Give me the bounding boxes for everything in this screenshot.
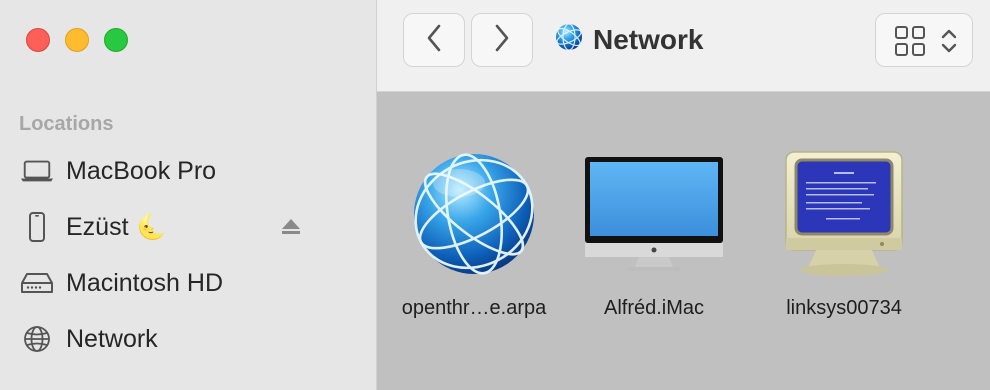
chevron-left-icon bbox=[425, 23, 443, 58]
file-browser-content: openthr…e.arpa Alfréd.iMac linksys00734 bbox=[378, 92, 990, 390]
grid-view-icon bbox=[894, 25, 926, 62]
sidebar-item-label: Ezüst bbox=[66, 212, 129, 241]
view-options-button[interactable] bbox=[875, 13, 973, 67]
sidebar-item-ezust[interactable]: Ezüst 🌜 bbox=[0, 203, 377, 251]
sidebar-item-label: Network bbox=[66, 324, 158, 353]
forward-button[interactable] bbox=[471, 13, 533, 67]
zoom-button[interactable] bbox=[104, 28, 128, 52]
network-globe-icon bbox=[20, 324, 54, 354]
imac-icon bbox=[569, 148, 739, 280]
network-globe-icon bbox=[555, 23, 583, 56]
sidebar-item-label: MacBook Pro bbox=[66, 156, 217, 185]
network-item-openthread[interactable]: openthr…e.arpa bbox=[389, 148, 559, 320]
chevron-right-icon bbox=[493, 23, 511, 58]
network-globe-icon bbox=[389, 148, 559, 280]
phone-icon bbox=[20, 212, 54, 242]
chevron-up-down-icon bbox=[940, 27, 958, 60]
close-button[interactable] bbox=[26, 28, 50, 52]
window-controls bbox=[26, 28, 128, 52]
back-button[interactable] bbox=[403, 13, 465, 67]
hard-drive-icon bbox=[20, 268, 54, 298]
moon-emoji-badge: 🌜 bbox=[136, 213, 167, 241]
page-title: Network bbox=[593, 23, 704, 55]
minimize-button[interactable] bbox=[65, 28, 89, 52]
sidebar-section-locations: Locations bbox=[19, 113, 114, 135]
sidebar-item-macbook-pro[interactable]: MacBook Pro bbox=[0, 147, 377, 195]
item-name: linksys00734 bbox=[786, 297, 902, 319]
item-name: openthr…e.arpa bbox=[401, 297, 547, 319]
sidebar-item-network[interactable]: Network bbox=[0, 315, 377, 363]
network-item-linksys00734[interactable]: linksys00734 bbox=[759, 148, 929, 320]
eject-icon[interactable] bbox=[280, 217, 302, 242]
crt-monitor-bsod-icon bbox=[759, 148, 929, 280]
network-item-alfred-imac[interactable]: Alfréd.iMac bbox=[569, 148, 739, 320]
sidebar-item-label: Macintosh HD bbox=[66, 268, 223, 297]
item-name: Alfréd.iMac bbox=[603, 297, 705, 319]
toolbar: Network bbox=[377, 0, 990, 92]
laptop-icon bbox=[20, 156, 54, 186]
sidebar: Locations MacBook Pro Ezüst 🌜 Macintosh … bbox=[0, 0, 377, 390]
sidebar-item-macintosh-hd[interactable]: Macintosh HD bbox=[0, 259, 377, 307]
window-title: Network bbox=[555, 23, 703, 56]
